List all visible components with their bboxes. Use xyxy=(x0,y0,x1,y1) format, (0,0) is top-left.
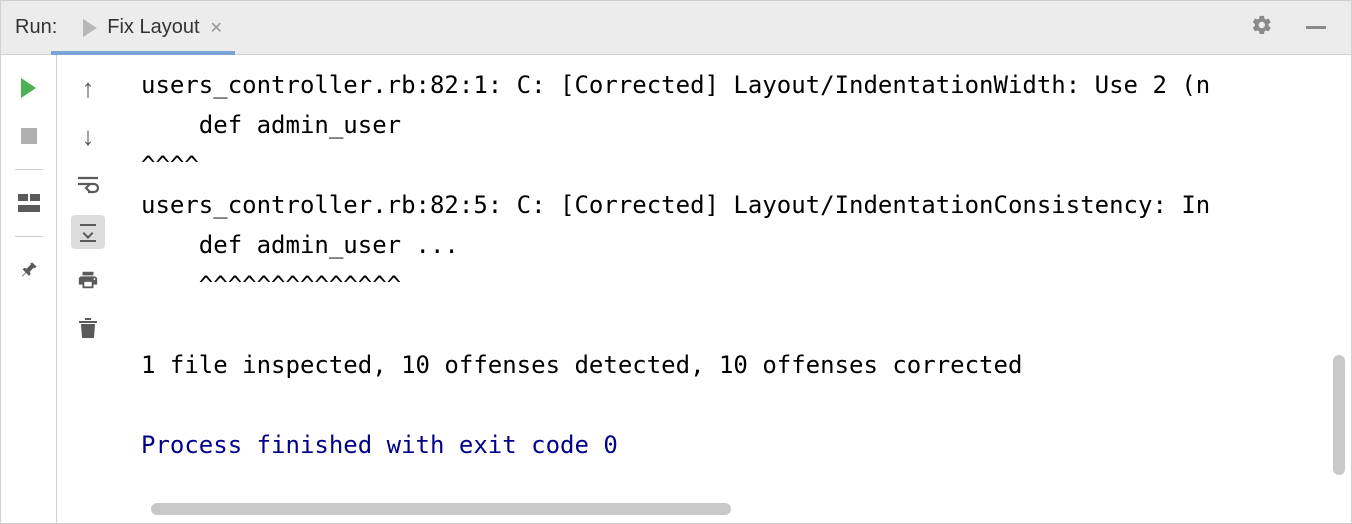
console-line: 1 file inspected, 10 offenses detected, … xyxy=(141,345,1351,385)
console-output[interactable]: users_controller.rb:82:1: C: [Corrected]… xyxy=(141,65,1351,503)
vertical-scrollbar[interactable] xyxy=(1333,355,1345,475)
console-line: users_controller.rb:82:5: C: [Corrected]… xyxy=(141,185,1351,225)
print-button[interactable] xyxy=(71,263,105,297)
layout-icon xyxy=(18,194,40,212)
pin-button[interactable] xyxy=(12,253,46,287)
arrow-up-icon: ↑ xyxy=(82,75,95,101)
trash-icon xyxy=(78,317,98,339)
run-label: Run: xyxy=(15,16,57,39)
print-icon xyxy=(77,269,99,291)
settings-button[interactable] xyxy=(1245,11,1279,45)
horizontal-scrollbar-thumb[interactable] xyxy=(151,503,731,515)
console-area: users_controller.rb:82:1: C: [Corrected]… xyxy=(119,55,1351,523)
tab-label: Fix Layout xyxy=(107,16,199,39)
horizontal-scrollbar-track[interactable] xyxy=(141,503,1331,515)
separator xyxy=(15,236,43,237)
scroll-to-end-button[interactable] xyxy=(71,215,105,249)
console-line xyxy=(141,385,1351,425)
play-green-icon xyxy=(21,78,36,98)
arrow-down-icon: ↓ xyxy=(82,123,95,149)
run-toolwindow-header: Run: Fix Layout ✕ xyxy=(1,1,1351,55)
console-line: ^^^^ xyxy=(141,145,1351,185)
console-line xyxy=(141,305,1351,345)
soft-wrap-button[interactable] xyxy=(71,167,105,201)
separator xyxy=(15,169,43,170)
console-line: ^^^^^^^^^^^^^^ xyxy=(141,265,1351,305)
stop-button[interactable] xyxy=(12,119,46,153)
gear-icon xyxy=(1251,14,1273,41)
down-stacktrace-button[interactable]: ↓ xyxy=(71,119,105,153)
run-toolwindow-body: ↑ ↓ users_controller.rb:82:1: C: [Correc… xyxy=(1,55,1351,523)
scroll-to-end-icon xyxy=(77,221,99,243)
minimize-icon xyxy=(1306,26,1326,29)
run-config-tab[interactable]: Fix Layout ✕ xyxy=(79,1,233,54)
clear-all-button[interactable] xyxy=(71,311,105,345)
console-line: users_controller.rb:82:1: C: [Corrected]… xyxy=(141,65,1351,105)
console-line: def admin_user xyxy=(141,105,1351,145)
hide-button[interactable] xyxy=(1299,11,1333,45)
pin-icon xyxy=(19,260,39,280)
console-actions-column: ↑ ↓ xyxy=(57,55,119,523)
layout-button[interactable] xyxy=(12,186,46,220)
close-icon[interactable]: ✕ xyxy=(210,18,223,38)
stop-icon xyxy=(21,128,37,144)
play-icon xyxy=(83,19,97,37)
rerun-button[interactable] xyxy=(12,71,46,105)
run-actions-column xyxy=(1,55,57,523)
console-line: Process finished with exit code 0 xyxy=(141,425,1351,465)
soft-wrap-icon xyxy=(76,174,100,194)
up-stacktrace-button[interactable]: ↑ xyxy=(71,71,105,105)
console-line: def admin_user ... xyxy=(141,225,1351,265)
